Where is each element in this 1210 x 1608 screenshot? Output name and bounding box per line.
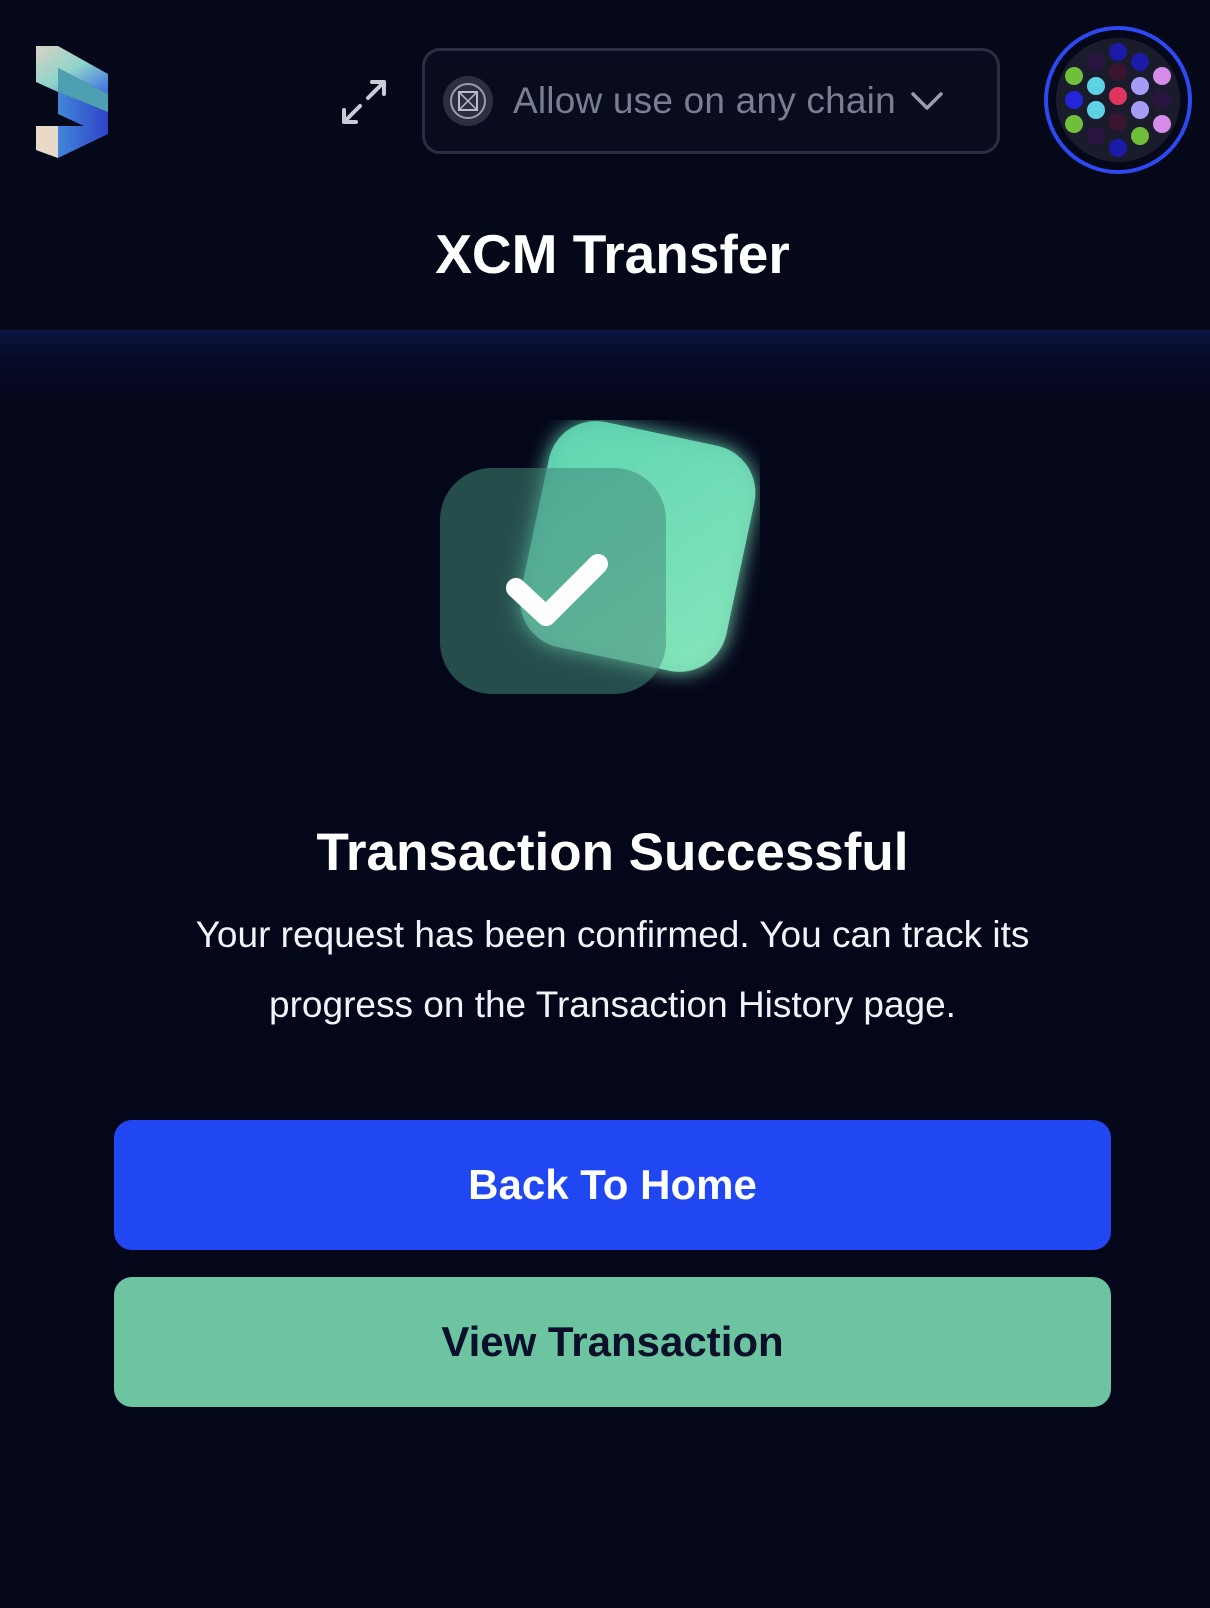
success-check-icon xyxy=(440,420,760,720)
view-transaction-button[interactable]: View Transaction xyxy=(114,1277,1111,1407)
chain-selector-label: Allow use on any chain xyxy=(513,80,896,121)
back-to-home-button[interactable]: Back To Home xyxy=(114,1120,1111,1250)
chain-selector[interactable]: Allow use on any chain xyxy=(422,48,1000,154)
expand-icon[interactable] xyxy=(338,76,390,128)
header-divider xyxy=(0,330,1210,400)
chain-network-icon xyxy=(443,76,493,126)
top-bar: Allow use on any chain XCM Transfer xyxy=(0,0,1210,330)
app-logo-icon[interactable] xyxy=(28,42,114,162)
account-identicon xyxy=(1056,38,1180,162)
account-avatar[interactable] xyxy=(1044,26,1192,174)
success-message: Your request has been confirmed. You can… xyxy=(195,914,1030,1025)
chevron-down-icon xyxy=(910,90,944,112)
page-title: XCM Transfer xyxy=(435,223,790,285)
success-title: Transaction Successful xyxy=(316,823,909,882)
